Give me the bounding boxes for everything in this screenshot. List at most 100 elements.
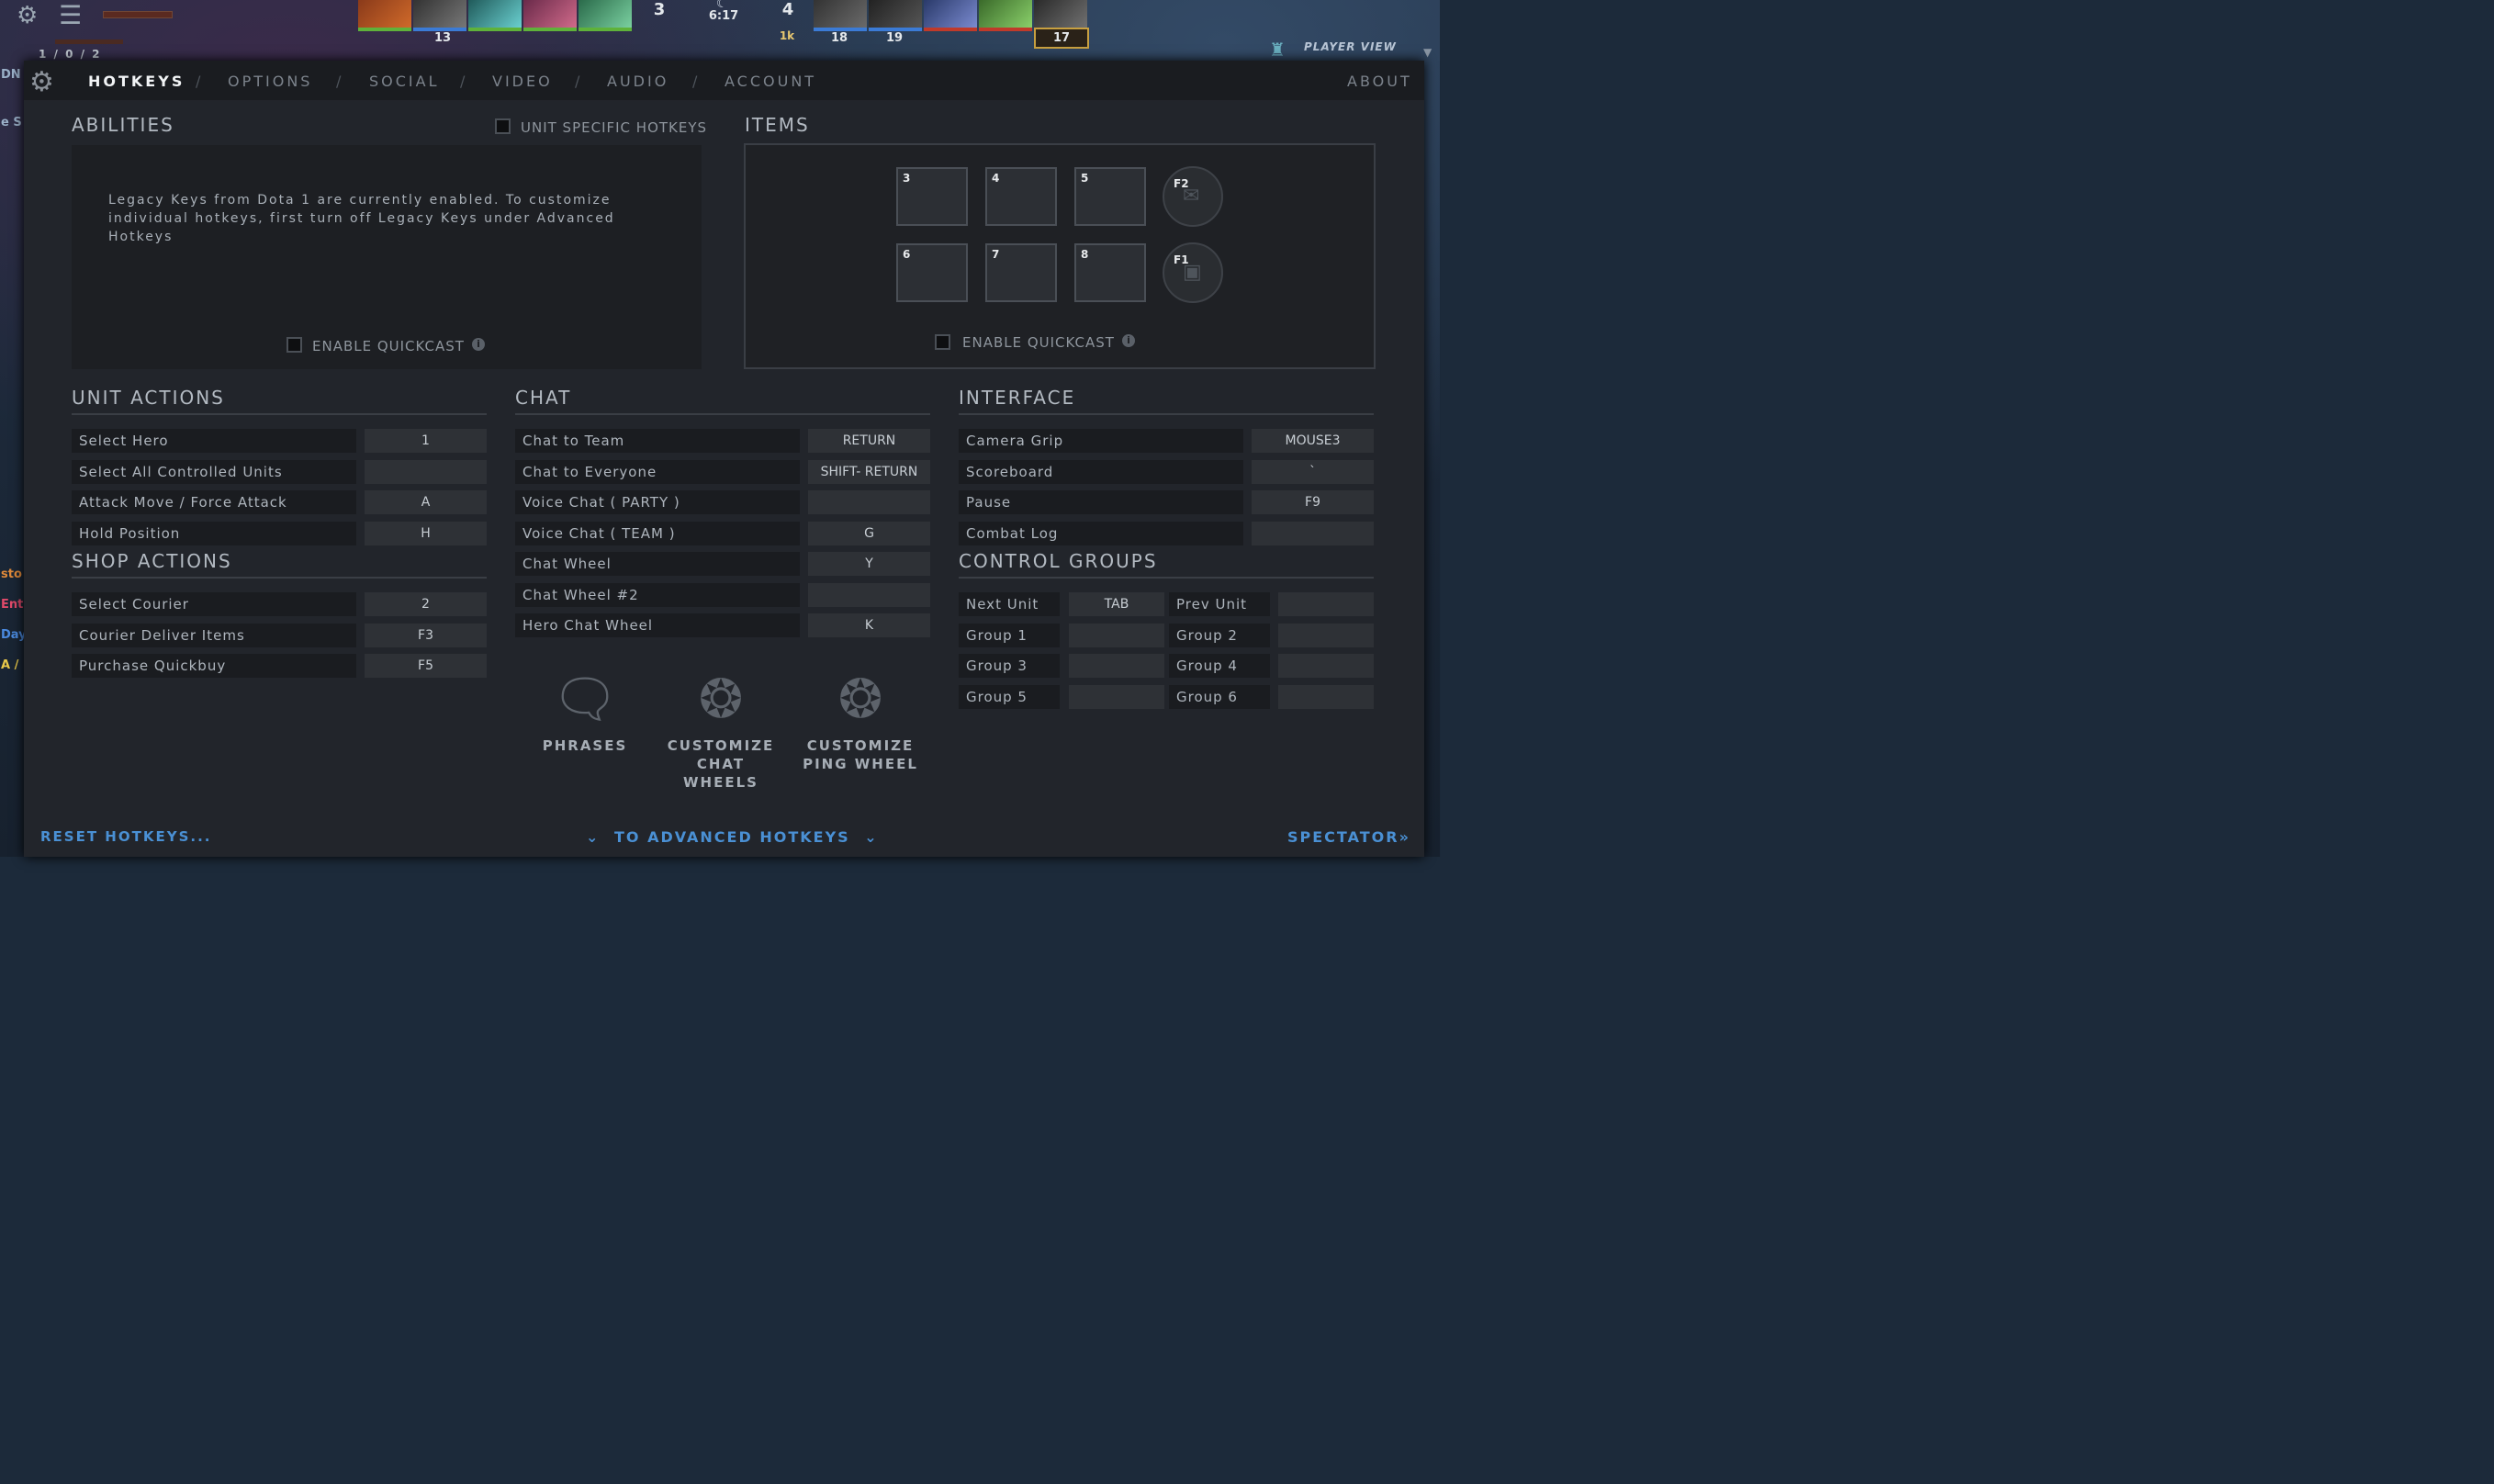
left-strip-text: Day: [1, 628, 27, 642]
item-slot[interactable]: 3: [896, 167, 968, 226]
radiant-score: 3: [653, 0, 666, 19]
items-box: 3 4 5 ✉ F2 6 7 8 ▣ F1 ENABLE QUICKCAST i: [744, 143, 1376, 369]
mana-bar: [55, 39, 123, 44]
phrases-button[interactable]: 🗨 PHRASES: [525, 665, 645, 755]
item-slot[interactable]: 6: [896, 243, 968, 302]
customize-chat-wheels-button[interactable]: ❂ CUSTOMIZE CHAT WHEELS: [661, 665, 781, 792]
tab-options[interactable]: OPTIONS: [228, 73, 312, 90]
menu-icon[interactable]: ☰: [59, 0, 82, 30]
hotkey-binding[interactable]: RETURN: [808, 429, 930, 453]
item-slot[interactable]: 7: [985, 243, 1057, 302]
hotkey-binding[interactable]: F9: [1252, 490, 1374, 514]
abilities-title: ABILITIES: [72, 114, 174, 136]
tab-audio[interactable]: AUDIO: [607, 73, 668, 90]
chevron-down-icon[interactable]: ▼: [1423, 46, 1432, 59]
tab-hotkeys[interactable]: HOTKEYS: [88, 73, 185, 90]
hotkey-binding[interactable]: `: [1252, 459, 1374, 484]
hero-portrait[interactable]: [1034, 0, 1087, 31]
tab-social[interactable]: SOCIAL: [369, 73, 440, 90]
player-view-label[interactable]: PLAYER VIEW: [1304, 40, 1397, 53]
divider: [959, 413, 1374, 415]
hotkey-label: Group 5: [959, 684, 1060, 709]
hotkey-binding[interactable]: 1: [365, 429, 487, 453]
hotkey-binding[interactable]: F5: [365, 654, 487, 678]
nav-separator: /: [460, 73, 466, 90]
hero-portrait[interactable]: [869, 0, 922, 31]
item-slot-key: 8: [1081, 248, 1089, 261]
items-quickcast-label[interactable]: ENABLE QUICKCAST: [962, 334, 1115, 351]
tp-scroll-slot[interactable]: ▣ F1: [1163, 242, 1223, 303]
spectator-link[interactable]: SPECTATOR»: [1287, 828, 1410, 846]
hero-portrait[interactable]: [523, 0, 577, 31]
interface-title: INTERFACE: [959, 387, 1076, 409]
hotkey-label: Select Hero: [72, 429, 356, 453]
abilities-quickcast-checkbox[interactable]: [286, 337, 302, 353]
advanced-hotkeys-link[interactable]: ⌄ TO ADVANCED HOTKEYS ⌄: [586, 828, 879, 846]
player-view-icon[interactable]: ♜: [1269, 39, 1286, 61]
hotkey-label: Prev Unit: [1169, 592, 1270, 616]
hero-portrait[interactable]: [814, 0, 867, 31]
item-slot[interactable]: 5: [1074, 167, 1146, 226]
hotkey-binding[interactable]: SHIFT- RETURN: [808, 459, 930, 484]
hero-portrait[interactable]: [979, 0, 1032, 31]
hotkey-label: Purchase Quickbuy: [72, 654, 356, 678]
hotkey-binding[interactable]: MOUSE3: [1252, 429, 1374, 453]
top-hud: ⚙ ☰ 1 / 0 / 2 3 ☾ 6:17 4 1k 13 18 19 17 …: [0, 0, 1440, 61]
hotkey-binding[interactable]: [1069, 623, 1164, 647]
unit-specific-checkbox[interactable]: [495, 118, 511, 134]
hotkey-binding[interactable]: K: [808, 613, 930, 637]
spectator-label: SPECTATOR: [1287, 828, 1399, 846]
hotkey-label: Group 2: [1169, 623, 1270, 647]
settings-panel: ⚙ HOTKEYS / OPTIONS / SOCIAL / VIDEO / A…: [24, 61, 1424, 857]
hotkey-label: Attack Move / Force Attack: [72, 490, 356, 514]
hero-portrait[interactable]: [924, 0, 977, 31]
info-icon[interactable]: i: [472, 338, 485, 351]
hotkey-binding[interactable]: TAB: [1069, 592, 1164, 616]
chevron-down-icon: ⌄: [586, 828, 601, 846]
hotkey-binding[interactable]: A: [365, 490, 487, 514]
hotkey-label: Group 6: [1169, 684, 1270, 709]
info-icon[interactable]: i: [1122, 334, 1135, 347]
hotkey-binding[interactable]: [365, 459, 487, 484]
hotkey-label: Voice Chat ( TEAM ): [515, 521, 800, 545]
hotkey-binding[interactable]: [1069, 684, 1164, 709]
hotkey-label: Chat to Everyone: [515, 459, 800, 484]
hero-portrait[interactable]: [579, 0, 632, 31]
hotkey-label: Select All Controlled Units: [72, 459, 356, 484]
item-slot[interactable]: 4: [985, 167, 1057, 226]
items-title: ITEMS: [745, 114, 810, 136]
hotkey-binding[interactable]: F3: [365, 623, 487, 647]
hero-portrait[interactable]: [468, 0, 522, 31]
hotkey-binding[interactable]: [1069, 654, 1164, 678]
hotkey-binding[interactable]: [808, 582, 930, 607]
respawn-counter: 13: [433, 31, 452, 45]
divider: [72, 577, 487, 579]
tab-video[interactable]: VIDEO: [492, 73, 553, 90]
items-quickcast-checkbox[interactable]: [935, 334, 950, 350]
reset-hotkeys-link[interactable]: RESET HOTKEYS...: [40, 828, 211, 845]
hotkey-binding[interactable]: [1278, 654, 1374, 678]
abilities-quickcast-label[interactable]: ENABLE QUICKCAST: [312, 338, 465, 354]
unit-specific-label[interactable]: UNIT SPECIFIC HOTKEYS: [521, 119, 707, 136]
hero-portrait[interactable]: [358, 0, 411, 31]
item-slot[interactable]: 8: [1074, 243, 1146, 302]
tab-account[interactable]: ACCOUNT: [725, 73, 816, 90]
neutral-item-slot[interactable]: ✉ F2: [1163, 166, 1223, 227]
item-slot-key: 5: [1081, 172, 1089, 185]
hotkey-binding[interactable]: [1278, 684, 1374, 709]
hotkey-binding[interactable]: 2: [365, 592, 487, 616]
hotkey-binding[interactable]: [808, 490, 930, 514]
hotkey-label: Hold Position: [72, 521, 356, 545]
hotkey-binding[interactable]: [1252, 521, 1374, 545]
hotkey-binding[interactable]: [1278, 592, 1374, 616]
item-slot-key: 4: [992, 172, 1000, 185]
customize-ping-wheel-button[interactable]: ❂ CUSTOMIZE PING WHEEL: [801, 665, 920, 773]
hotkey-binding[interactable]: Y: [808, 552, 930, 576]
hotkey-binding[interactable]: [1278, 623, 1374, 647]
hero-portrait[interactable]: [413, 0, 466, 31]
hotkey-binding[interactable]: H: [365, 521, 487, 545]
hotkey-binding[interactable]: G: [808, 521, 930, 545]
settings-gear-icon[interactable]: ⚙: [17, 2, 38, 29]
radiant-portraits: [358, 0, 634, 31]
tab-about[interactable]: ABOUT: [1347, 73, 1412, 90]
